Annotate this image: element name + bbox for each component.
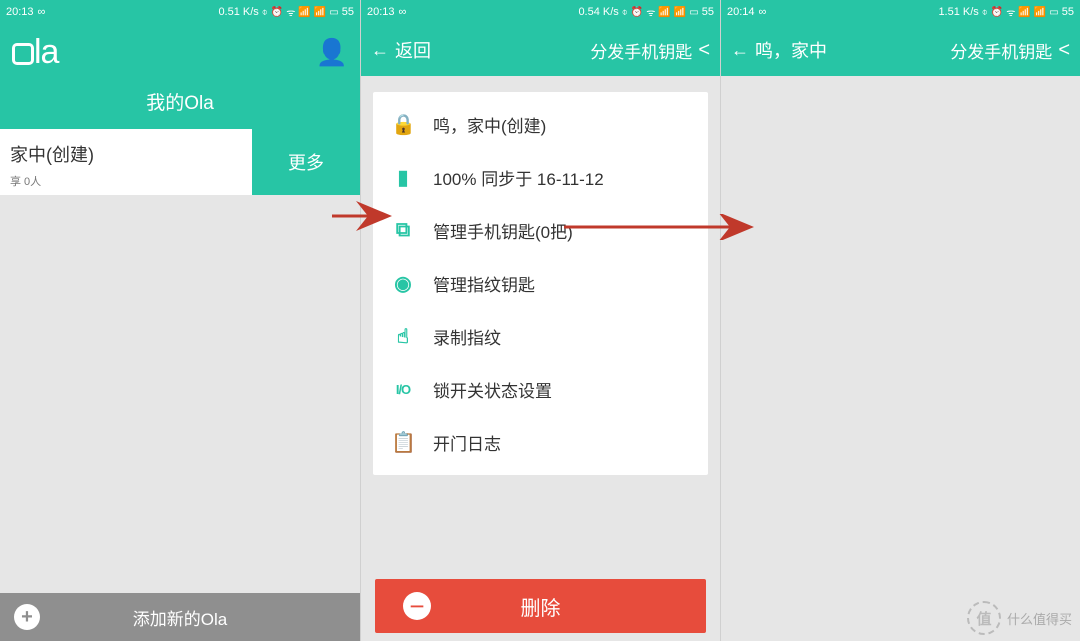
- device-name: 家中(创建): [10, 141, 242, 167]
- signal-icon: 📶: [1018, 7, 1030, 18]
- row-open-log[interactable]: 📋开门日志: [373, 416, 708, 469]
- wifi-icon: ᯤ: [286, 5, 295, 19]
- nav-header: ← 鸣，家中 分发手机钥匙 <: [721, 24, 1080, 76]
- bluetooth-icon: ⌽: [982, 7, 988, 18]
- pane-keys-list: 20:14 ∞ 1.51 K/s ⌽ ⏰ ᯤ 📶 📶 ▭ 55 ← 鸣，家中 分…: [720, 0, 1080, 641]
- header-subtitle: 我的Ola: [0, 80, 360, 129]
- back-label: 鸣，家中: [755, 37, 827, 63]
- fingerprint-icon: ◉: [391, 271, 415, 296]
- more-button[interactable]: 更多: [252, 129, 360, 195]
- brand-logo: la: [12, 33, 58, 72]
- wifi-icon: ᯤ: [646, 5, 655, 19]
- back-button[interactable]: ← 返回: [371, 37, 431, 63]
- status-infinity-icon: ∞: [38, 6, 46, 18]
- status-infinity-icon: ∞: [759, 6, 767, 18]
- status-speed: 1.51 K/s: [938, 6, 978, 18]
- app-header: la 👤 我的Ola: [0, 24, 360, 129]
- signal-icon: 📶: [298, 7, 310, 18]
- minus-icon: −: [403, 592, 431, 620]
- status-infinity-icon: ∞: [399, 6, 407, 18]
- status-battery: 55: [1062, 6, 1074, 18]
- watermark: 值 什么值得买: [967, 601, 1072, 635]
- add-ola-button[interactable]: + 添加新的Ola: [0, 593, 360, 641]
- watermark-badge-icon: 值: [967, 601, 1001, 635]
- settings-card: 🔒鸣，家中(创建) ▮100% 同步于 16-11-12 ⧉管理手机钥匙(0把)…: [373, 92, 708, 475]
- status-speed: 0.51 K/s: [218, 6, 258, 18]
- nav-title: 分发手机钥匙: [590, 38, 692, 63]
- device-card[interactable]: 家中(创建) 享 0人 更多: [0, 129, 360, 195]
- status-speed: 0.54 K/s: [578, 6, 618, 18]
- logo-square-icon: [12, 43, 34, 65]
- row-device-name[interactable]: 🔒鸣，家中(创建): [373, 98, 708, 151]
- arrow-left-icon: ←: [731, 40, 749, 61]
- status-time: 20:14: [727, 6, 755, 18]
- status-bar: 20:13 ∞ 0.54 K/s ⌽ ⏰ ᯤ 📶 📶 ▭ 55: [361, 0, 720, 24]
- share-icon[interactable]: <: [1058, 39, 1070, 62]
- back-button[interactable]: ← 鸣，家中: [731, 37, 827, 63]
- battery-icon: ▭: [329, 7, 338, 18]
- status-battery: 55: [342, 6, 354, 18]
- io-icon: I/O: [391, 382, 415, 397]
- watermark-text: 什么值得买: [1007, 609, 1072, 628]
- touch-icon: ☝︎: [391, 324, 415, 349]
- row-record-fingerprint[interactable]: ☝︎录制指纹: [373, 310, 708, 363]
- battery-icon: ▭: [689, 7, 698, 18]
- status-time: 20:13: [367, 6, 395, 18]
- plus-icon: +: [14, 604, 40, 630]
- add-bar-label: 添加新的Ola: [133, 605, 227, 630]
- bluetooth-icon: ⌽: [262, 7, 268, 18]
- battery-full-icon: ▮: [391, 165, 415, 190]
- status-bar: 20:14 ∞ 1.51 K/s ⌽ ⏰ ᯤ 📶 📶 ▭ 55: [721, 0, 1080, 24]
- status-time: 20:13: [6, 6, 34, 18]
- device-subtitle: 享 0人: [10, 173, 242, 189]
- alarm-icon: ⏰: [631, 7, 643, 18]
- bluetooth-icon: ⌽: [622, 7, 628, 18]
- delete-label: 删除: [521, 592, 561, 621]
- lock-icon: 🔒: [391, 112, 415, 137]
- pane-settings: 20:13 ∞ 0.54 K/s ⌽ ⏰ ᯤ 📶 📶 ▭ 55 ← 返回 分发手…: [360, 0, 720, 641]
- status-battery: 55: [702, 6, 714, 18]
- arrow-left-icon: ←: [371, 40, 389, 61]
- alarm-icon: ⏰: [991, 7, 1003, 18]
- share-icon[interactable]: <: [698, 39, 710, 62]
- battery-icon: ▭: [1049, 7, 1058, 18]
- nav-title: 分发手机钥匙: [950, 38, 1052, 63]
- clipboard-share-icon: ⧉: [391, 219, 415, 242]
- alarm-icon: ⏰: [271, 7, 283, 18]
- clipboard-icon: 📋: [391, 430, 415, 455]
- row-lock-switch-settings[interactable]: I/O锁开关状态设置: [373, 363, 708, 416]
- delete-button[interactable]: − 删除: [375, 579, 706, 633]
- status-bar: 20:13 ∞ 0.51 K/s ⌽ ⏰ ᯤ 📶 📶 ▭ 55: [0, 0, 360, 24]
- row-manage-phone-keys[interactable]: ⧉管理手机钥匙(0把): [373, 204, 708, 257]
- wifi-icon: ᯤ: [1006, 5, 1015, 19]
- signal-icon: 📶: [674, 7, 686, 18]
- signal-icon: 📶: [658, 7, 670, 18]
- profile-icon[interactable]: 👤: [316, 37, 348, 68]
- pane-home: 20:13 ∞ 0.51 K/s ⌽ ⏰ ᯤ 📶 📶 ▭ 55 la 👤 我的O…: [0, 0, 360, 641]
- signal-icon: 📶: [314, 7, 326, 18]
- signal-icon: 📶: [1034, 7, 1046, 18]
- row-sync-status[interactable]: ▮100% 同步于 16-11-12: [373, 151, 708, 204]
- nav-header: ← 返回 分发手机钥匙 <: [361, 24, 720, 76]
- row-manage-fingerprint-keys[interactable]: ◉管理指纹钥匙: [373, 257, 708, 310]
- back-label: 返回: [395, 37, 431, 63]
